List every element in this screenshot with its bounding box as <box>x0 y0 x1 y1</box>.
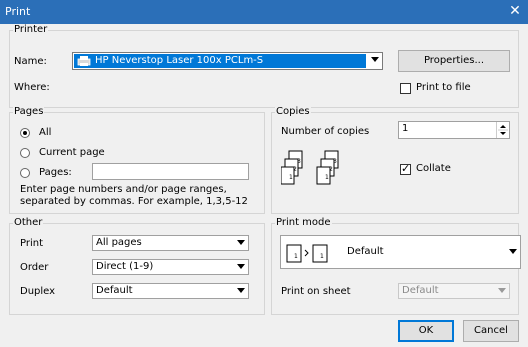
pages-all-label: All <box>39 127 52 138</box>
pages-range-radio[interactable] <box>20 168 30 178</box>
pages-range-input[interactable] <box>92 163 249 180</box>
chevron-down-icon <box>234 284 248 298</box>
collate-checkbox[interactable]: ✓ <box>400 162 411 175</box>
page-layout-icon: 1 1 <box>286 242 334 264</box>
chevron-down-icon <box>495 284 509 298</box>
printer-icon <box>77 55 91 67</box>
chevron-down-icon <box>234 260 248 274</box>
pages-hint-line2: separated by commas. For example, 1,3,5-… <box>20 196 248 207</box>
properties-button[interactable]: Properties... <box>398 50 510 72</box>
print-to-file-label: Print to file <box>416 82 471 93</box>
pages-all-radio[interactable] <box>20 128 30 138</box>
check-icon: ✓ <box>401 162 411 175</box>
pages-legend: Pages <box>13 106 45 118</box>
print-on-sheet-value: Default <box>402 285 439 296</box>
printer-legend: Printer <box>13 24 49 36</box>
cancel-button[interactable]: Cancel <box>463 320 519 342</box>
svg-text:1: 1 <box>289 174 293 181</box>
window-title: Print <box>5 5 31 18</box>
print-mode-select[interactable]: 1 1 Default <box>280 235 521 269</box>
other-print-select[interactable]: All pages <box>92 235 249 251</box>
collate-label: Collate <box>416 163 451 174</box>
printer-name-select[interactable]: HP Neverstop Laser 100x PCLm-S <box>72 52 383 70</box>
pages-current-label: Current page <box>39 147 105 158</box>
svg-text:1: 1 <box>320 253 324 260</box>
other-order-select[interactable]: Direct (1-9) <box>92 259 249 275</box>
close-button[interactable]: ✕ <box>508 2 522 20</box>
print-dialog: Printer Name: HP Neverstop Laser 100x PC… <box>0 24 528 347</box>
other-legend: Other <box>13 217 44 229</box>
other-order-value: Direct (1-9) <box>96 261 154 272</box>
pages-current-radio[interactable] <box>20 148 30 158</box>
copies-number-label: Number of copies <box>281 126 370 137</box>
print-on-sheet-select[interactable]: Default <box>398 283 510 299</box>
other-print-label: Print <box>20 238 44 249</box>
other-duplex-value: Default <box>96 285 133 296</box>
other-duplex-select[interactable]: Default <box>92 283 249 299</box>
print-mode-legend: Print mode <box>275 217 332 229</box>
print-mode-value: Default <box>347 246 384 257</box>
printer-name-value: HP Neverstop Laser 100x PCLm-S <box>95 55 264 66</box>
other-print-value: All pages <box>96 237 142 248</box>
copies-number-input[interactable]: 1 <box>398 121 510 139</box>
ok-button[interactable]: OK <box>398 320 454 342</box>
chevron-down-icon <box>506 236 520 268</box>
other-order-label: Order <box>20 262 49 273</box>
copies-number-value: 1 <box>402 123 409 134</box>
title-bar: Print ✕ <box>0 0 528 24</box>
printer-name-label: Name: <box>14 56 47 67</box>
other-duplex-label: Duplex <box>20 286 56 297</box>
copies-spinner[interactable] <box>496 122 509 138</box>
chevron-down-icon <box>234 236 248 250</box>
printer-where-label: Where: <box>14 82 50 93</box>
collate-pages-icon: 3 2 1 3 2 1 <box>280 148 345 200</box>
pages-hint-line1: Enter page numbers and/or page ranges, <box>20 184 227 195</box>
pages-range-label: Pages: <box>39 167 72 178</box>
svg-text:1: 1 <box>325 174 329 181</box>
svg-text:1: 1 <box>294 253 298 260</box>
copies-legend: Copies <box>275 106 311 118</box>
print-on-sheet-label: Print on sheet <box>281 286 351 297</box>
chevron-down-icon <box>368 53 382 69</box>
print-to-file-checkbox[interactable] <box>400 83 411 94</box>
